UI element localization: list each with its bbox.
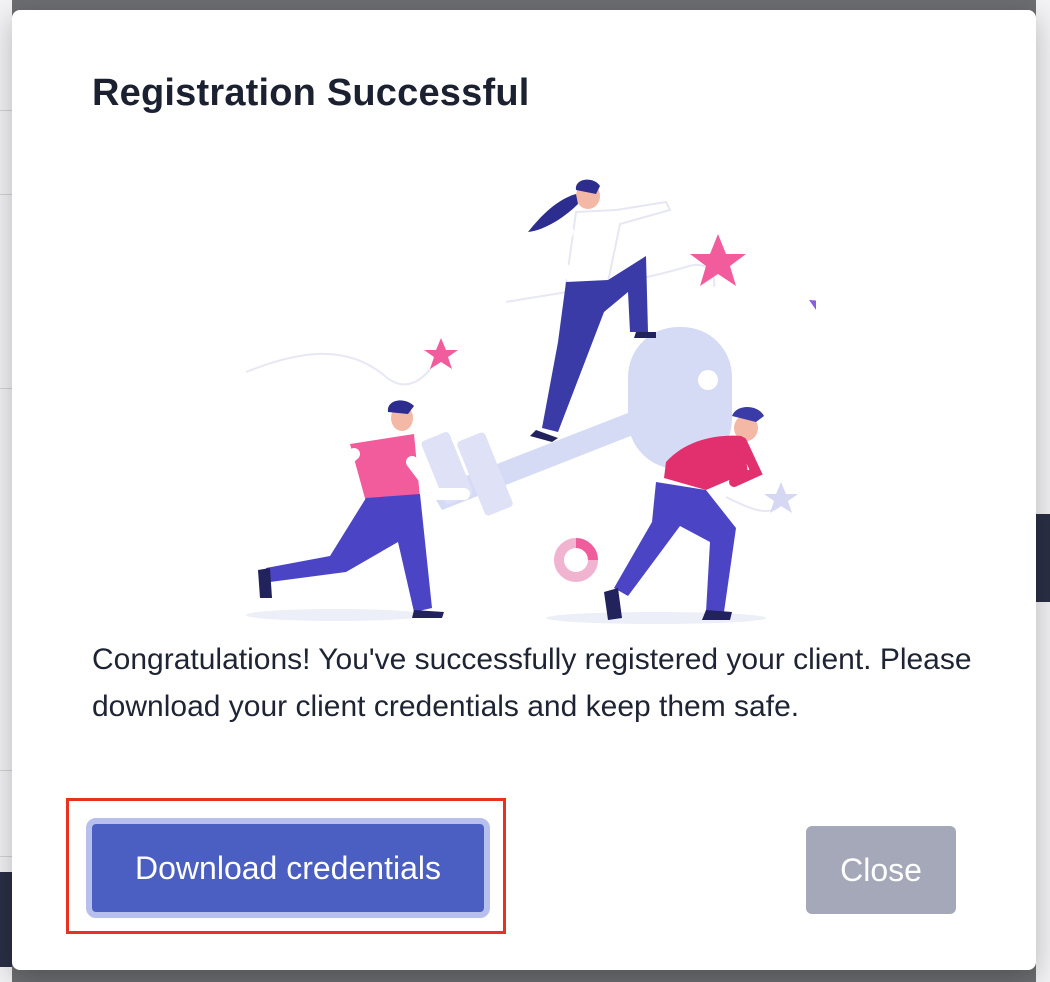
download-credentials-button[interactable]: Download credentials bbox=[86, 818, 490, 918]
background-dark-panel bbox=[1036, 514, 1050, 602]
modal-title: Registration Successful bbox=[92, 72, 530, 114]
lavender-star bbox=[764, 482, 798, 513]
pink-star-small bbox=[424, 338, 458, 369]
purple-triangle bbox=[809, 300, 816, 310]
success-message: Congratulations! You've successfully reg… bbox=[92, 643, 972, 723]
background-page-left bbox=[0, 0, 12, 982]
team-carrying-key-illustration bbox=[245, 179, 816, 624]
background-page-right bbox=[1036, 0, 1050, 982]
background-dark-panel-left bbox=[0, 872, 12, 967]
close-button[interactable]: Close bbox=[806, 826, 956, 914]
registration-success-modal: Registration Successful Congratulations!… bbox=[12, 10, 1036, 970]
pink-star-large bbox=[690, 234, 746, 286]
